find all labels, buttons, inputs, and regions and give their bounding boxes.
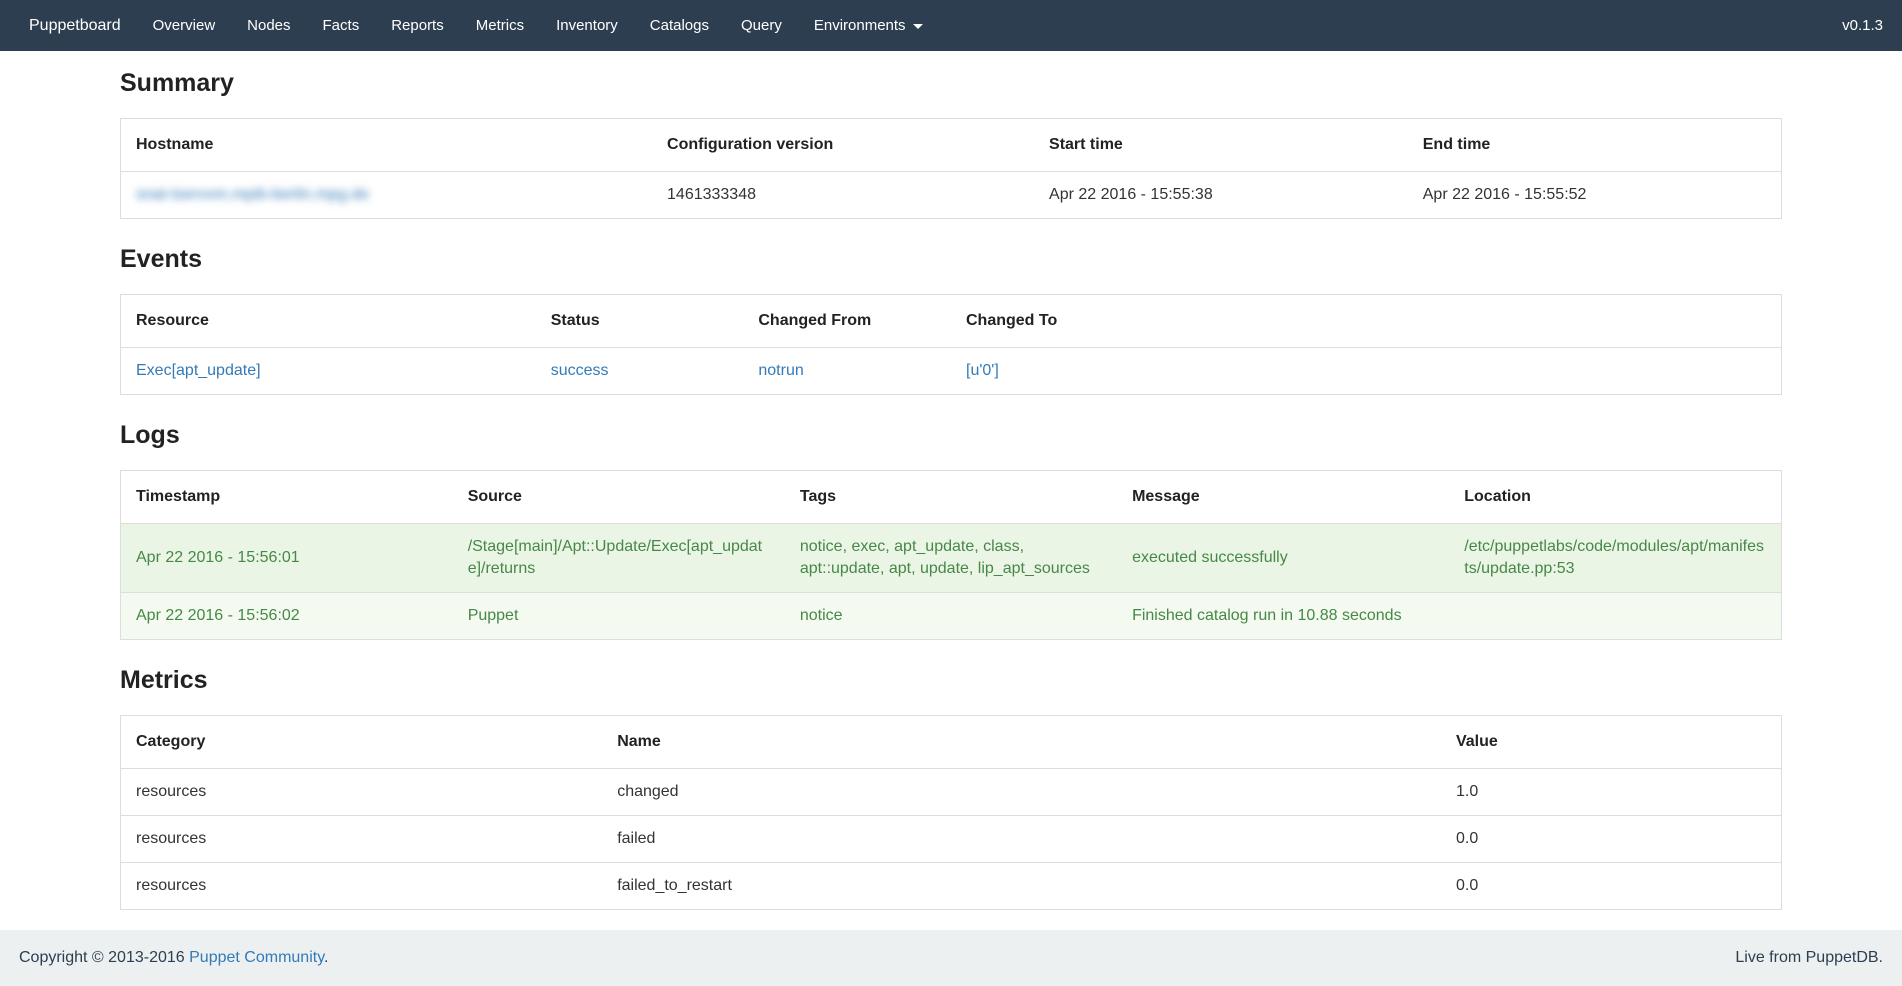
hostname-cell: snat-tservvm.mpib-berlin.mpg.de xyxy=(121,172,653,219)
log-timestamp-cell: Apr 22 2016 - 15:56:02 xyxy=(121,593,453,640)
metrics-col-category: Category xyxy=(121,716,603,769)
log-row: Apr 22 2016 - 15:56:01 /Stage[main]/Apt:… xyxy=(121,524,1782,593)
logs-table: Timestamp Source Tags Message Location A… xyxy=(120,470,1782,640)
nav-menu: Overview Nodes Facts Reports Metrics Inv… xyxy=(137,0,939,51)
summary-col-hostname: Hostname xyxy=(121,119,653,172)
metric-name-cell: failed xyxy=(602,816,1441,863)
caret-down-icon xyxy=(913,24,923,29)
summary-header-row: Hostname Configuration version Start tim… xyxy=(121,119,1782,172)
version-label: v0.1.3 xyxy=(1823,0,1902,51)
log-source-cell: Puppet xyxy=(453,593,785,640)
event-resource-link[interactable]: Exec[apt_update] xyxy=(136,362,261,379)
logs-col-timestamp: Timestamp xyxy=(121,471,453,524)
nav-item-nodes[interactable]: Nodes xyxy=(231,0,306,51)
summary-col-start-time: Start time xyxy=(1034,119,1408,172)
puppet-community-link[interactable]: Puppet Community xyxy=(189,949,324,966)
logs-heading: Logs xyxy=(120,420,1782,450)
metric-name-cell: failed_to_restart xyxy=(602,863,1441,910)
event-row: Exec[apt_update] success notrun [u'0'] xyxy=(121,348,1782,395)
end-time-cell: Apr 22 2016 - 15:55:52 xyxy=(1408,172,1782,219)
event-changed-from-link[interactable]: notrun xyxy=(758,362,803,379)
footer: Copyright © 2013-2016 Puppet Community. … xyxy=(0,930,1902,986)
metrics-table: Category Name Value resources changed 1.… xyxy=(120,715,1782,910)
logs-col-source: Source xyxy=(453,471,785,524)
nav-item-query[interactable]: Query xyxy=(725,0,798,51)
summary-col-config-version: Configuration version xyxy=(652,119,1034,172)
events-col-changed-to: Changed To xyxy=(951,295,1782,348)
nav-item-catalogs[interactable]: Catalogs xyxy=(634,0,725,51)
nav-item-reports[interactable]: Reports xyxy=(375,0,460,51)
copyright-prefix: Copyright © 2013-2016 xyxy=(19,949,189,966)
metric-row: resources changed 1.0 xyxy=(121,769,1782,816)
copyright-suffix: . xyxy=(324,949,328,966)
metric-row: resources failed 0.0 xyxy=(121,816,1782,863)
metric-category-cell: resources xyxy=(121,816,603,863)
event-resource-cell: Exec[apt_update] xyxy=(121,348,536,395)
metric-value-cell: 0.0 xyxy=(1441,863,1782,910)
event-changed-to-link[interactable]: [u'0'] xyxy=(966,362,999,379)
nav-item-inventory[interactable]: Inventory xyxy=(540,0,634,51)
metric-category-cell: resources xyxy=(121,863,603,910)
metric-name-cell: changed xyxy=(602,769,1441,816)
metrics-col-value: Value xyxy=(1441,716,1782,769)
metric-value-cell: 1.0 xyxy=(1441,769,1782,816)
log-message-cell: Finished catalog run in 10.88 seconds xyxy=(1117,593,1449,640)
events-header-row: Resource Status Changed From Changed To xyxy=(121,295,1782,348)
logs-header-row: Timestamp Source Tags Message Location xyxy=(121,471,1782,524)
events-col-resource: Resource xyxy=(121,295,536,348)
nav-item-metrics[interactable]: Metrics xyxy=(460,0,540,51)
start-time-cell: Apr 22 2016 - 15:55:38 xyxy=(1034,172,1408,219)
nav-item-environments-dropdown[interactable]: Environments xyxy=(798,0,939,51)
logs-col-message: Message xyxy=(1117,471,1449,524)
log-location-cell xyxy=(1449,593,1781,640)
log-timestamp-cell: Apr 22 2016 - 15:56:01 xyxy=(121,524,453,593)
logs-col-tags: Tags xyxy=(785,471,1117,524)
nav-item-overview[interactable]: Overview xyxy=(137,0,232,51)
nav-item-facts[interactable]: Facts xyxy=(307,0,376,51)
log-location-cell: /etc/puppetlabs/code/modules/apt/manifes… xyxy=(1449,524,1781,593)
log-tags-cell: notice xyxy=(785,593,1117,640)
event-status-link[interactable]: success xyxy=(551,362,609,379)
top-navbar: Puppetboard Overview Nodes Facts Reports… xyxy=(0,0,1902,51)
metrics-header-row: Category Name Value xyxy=(121,716,1782,769)
nav-left-group: Puppetboard Overview Nodes Facts Reports… xyxy=(13,0,939,51)
metric-value-cell: 0.0 xyxy=(1441,816,1782,863)
nav-item-environments-label: Environments xyxy=(814,17,906,34)
events-col-status: Status xyxy=(536,295,744,348)
brand-puppetboard[interactable]: Puppetboard xyxy=(13,0,137,51)
copyright-text: Copyright © 2013-2016 Puppet Community. xyxy=(19,949,328,967)
report-page-content: Summary Hostname Configuration version S… xyxy=(120,68,1782,910)
metrics-heading: Metrics xyxy=(120,665,1782,695)
summary-heading: Summary xyxy=(120,68,1782,98)
live-from-puppetdb-text: Live from PuppetDB. xyxy=(1735,949,1883,967)
summary-row: snat-tservvm.mpib-berlin.mpg.de 14613333… xyxy=(121,172,1782,219)
summary-col-end-time: End time xyxy=(1408,119,1782,172)
event-changed-from-cell: notrun xyxy=(743,348,951,395)
event-changed-to-cell: [u'0'] xyxy=(951,348,1782,395)
hostname-link[interactable]: snat-tservvm.mpib-berlin.mpg.de xyxy=(136,186,369,203)
log-row: Apr 22 2016 - 15:56:02 Puppet notice Fin… xyxy=(121,593,1782,640)
events-table: Resource Status Changed From Changed To … xyxy=(120,294,1782,395)
summary-table: Hostname Configuration version Start tim… xyxy=(120,118,1782,219)
config-version-cell: 1461333348 xyxy=(652,172,1034,219)
events-col-changed-from: Changed From xyxy=(743,295,951,348)
log-message-cell: executed successfully xyxy=(1117,524,1449,593)
log-source-cell: /Stage[main]/Apt::Update/Exec[apt_update… xyxy=(453,524,785,593)
log-tags-cell: notice, exec, apt_update, class, apt::up… xyxy=(785,524,1117,593)
logs-col-location: Location xyxy=(1449,471,1781,524)
metrics-col-name: Name xyxy=(602,716,1441,769)
metric-category-cell: resources xyxy=(121,769,603,816)
event-status-cell: success xyxy=(536,348,744,395)
events-heading: Events xyxy=(120,244,1782,274)
metric-row: resources failed_to_restart 0.0 xyxy=(121,863,1782,910)
